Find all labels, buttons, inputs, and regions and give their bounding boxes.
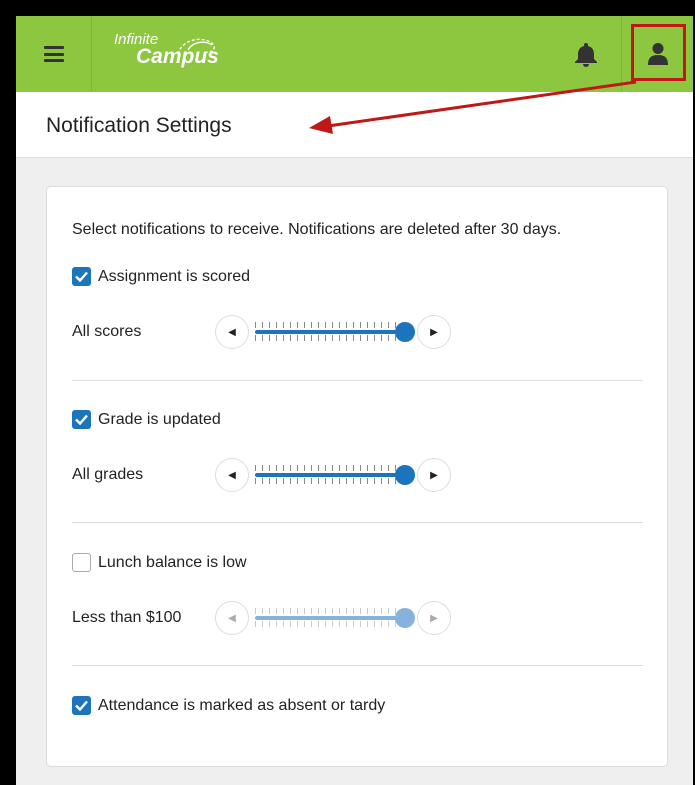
checkmark-icon	[75, 271, 88, 282]
app-frame: Infinite Campus Notification Settings Se…	[0, 0, 695, 785]
slider-handle[interactable]	[395, 608, 415, 628]
slider-fill	[255, 473, 405, 477]
decrease-button[interactable]: ◀	[215, 315, 249, 349]
hamburger-menu-icon	[43, 46, 64, 62]
user-button-highlight	[631, 24, 686, 81]
divider	[72, 665, 643, 666]
checkbox-label: Attendance is marked as absent or tardy	[98, 696, 386, 714]
triangle-right-icon: ▶	[430, 612, 438, 624]
menu-button[interactable]	[16, 16, 92, 92]
triangle-left-icon: ◀	[228, 612, 236, 624]
slider-track[interactable]	[249, 315, 417, 349]
slider-track[interactable]	[249, 601, 417, 635]
top-bar: Infinite Campus	[16, 16, 693, 92]
attendance-checkbox[interactable]: Attendance is marked as absent or tardy	[72, 696, 385, 715]
infinite-campus-logo: Infinite Campus	[114, 32, 219, 67]
grade-updated-checkbox[interactable]: Grade is updated	[72, 410, 221, 429]
slider-fill	[255, 330, 405, 334]
triangle-left-icon: ◀	[228, 326, 236, 338]
checkbox[interactable]	[72, 410, 91, 429]
lunch-balance-checkbox[interactable]: Lunch balance is low	[72, 553, 247, 572]
divider	[72, 380, 643, 381]
checkbox-label: Assignment is scored	[98, 267, 251, 285]
assignment-scored-checkbox[interactable]: Assignment is scored	[72, 267, 250, 286]
slider-handle[interactable]	[395, 465, 415, 485]
checkmark-icon	[75, 414, 88, 425]
checkbox-label: Lunch balance is low	[98, 553, 247, 571]
increase-button[interactable]: ▶	[417, 601, 451, 635]
logo-swoosh-icon	[177, 38, 215, 55]
assignment-scored-slider: All scores ◀ ▶	[72, 315, 492, 349]
increase-button[interactable]: ▶	[417, 315, 451, 349]
slider-handle[interactable]	[395, 322, 415, 342]
slider-label: All grades	[72, 466, 144, 483]
slider-label: All scores	[72, 323, 142, 340]
checkbox[interactable]	[72, 696, 91, 715]
decrease-button[interactable]: ◀	[215, 458, 249, 492]
divider	[72, 522, 643, 523]
triangle-right-icon: ▶	[430, 326, 438, 338]
bell-icon[interactable]	[572, 40, 600, 68]
triangle-left-icon: ◀	[228, 469, 236, 481]
slider-track[interactable]	[249, 458, 417, 492]
intro-text: Select notifications to receive. Notific…	[72, 221, 562, 238]
page-header: Notification Settings	[16, 92, 693, 158]
lunch-balance-slider: Less than $100 ◀ ▶	[72, 601, 492, 635]
triangle-right-icon: ▶	[430, 469, 438, 481]
checkmark-icon	[75, 700, 88, 711]
checkbox[interactable]	[72, 553, 91, 572]
page-title: Notification Settings	[46, 114, 232, 137]
increase-button[interactable]: ▶	[417, 458, 451, 492]
decrease-button[interactable]: ◀	[215, 601, 249, 635]
slider-fill	[255, 616, 405, 620]
slider-label: Less than $100	[72, 609, 182, 626]
settings-card: Select notifications to receive. Notific…	[46, 186, 668, 767]
checkbox[interactable]	[72, 267, 91, 286]
grade-updated-slider: All grades ◀ ▶	[72, 458, 492, 492]
checkbox-label: Grade is updated	[98, 410, 221, 428]
